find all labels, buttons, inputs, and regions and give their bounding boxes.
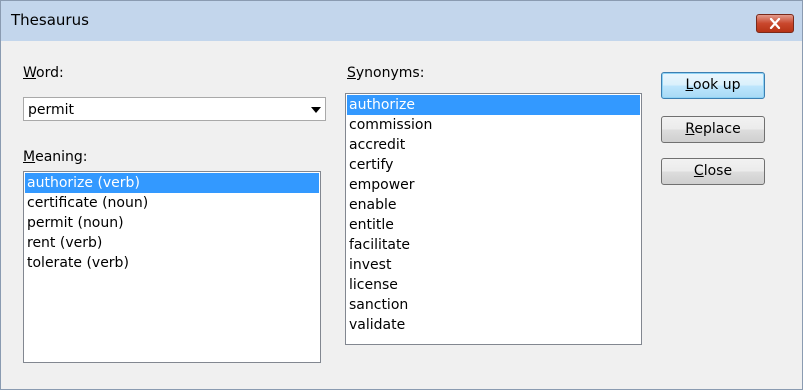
synonyms-label: Synonyms: [347, 65, 425, 81]
close-button[interactable]: Close [661, 158, 765, 185]
replace-button[interactable]: Replace [661, 116, 765, 143]
synonym-list-item[interactable]: empower [347, 175, 640, 195]
synonyms-listbox[interactable]: authorize commission accredit certify empowe… [345, 93, 642, 345]
synonym-list-item[interactable]: certify [347, 155, 640, 175]
synonym-list-item[interactable]: facilitate [347, 235, 640, 255]
meaning-listbox[interactable]: authorize (verb) certificate (noun) permit… [23, 171, 321, 363]
synonym-list-item[interactable]: sanction [347, 295, 640, 315]
word-combobox[interactable]: permit [23, 97, 326, 121]
word-label: Word: [23, 65, 64, 81]
chevron-down-icon[interactable] [311, 107, 321, 113]
window-title: Thesaurus [11, 11, 89, 29]
look-up-button[interactable]: Look up [661, 72, 765, 99]
meaning-list-item[interactable]: authorize (verb) [25, 173, 319, 193]
title-bar[interactable]: Thesaurus [1, 1, 802, 41]
dialog-body: Word: permit Meaning: authorize (verb) ce… [9, 41, 796, 381]
meaning-list-item[interactable]: tolerate (verb) [25, 253, 319, 273]
synonym-list-item[interactable]: license [347, 275, 640, 295]
meaning-label: Meaning: [23, 149, 88, 165]
thesaurus-dialog: Thesaurus Word: permit Meaning: authoriz… [0, 0, 803, 390]
window-close-button[interactable] [756, 14, 794, 33]
word-value: permit [28, 102, 75, 118]
synonym-list-item[interactable]: enable [347, 195, 640, 215]
close-icon [769, 18, 781, 29]
synonym-list-item[interactable]: accredit [347, 135, 640, 155]
synonym-list-item[interactable]: entitle [347, 215, 640, 235]
synonym-list-item[interactable]: authorize [347, 95, 640, 115]
meaning-list-item[interactable]: certificate (noun) [25, 193, 319, 213]
meaning-list-item[interactable]: permit (noun) [25, 213, 319, 233]
synonym-list-item[interactable]: validate [347, 315, 640, 335]
synonym-list-item[interactable]: commission [347, 115, 640, 135]
meaning-list-item[interactable]: rent (verb) [25, 233, 319, 253]
synonym-list-item[interactable]: invest [347, 255, 640, 275]
